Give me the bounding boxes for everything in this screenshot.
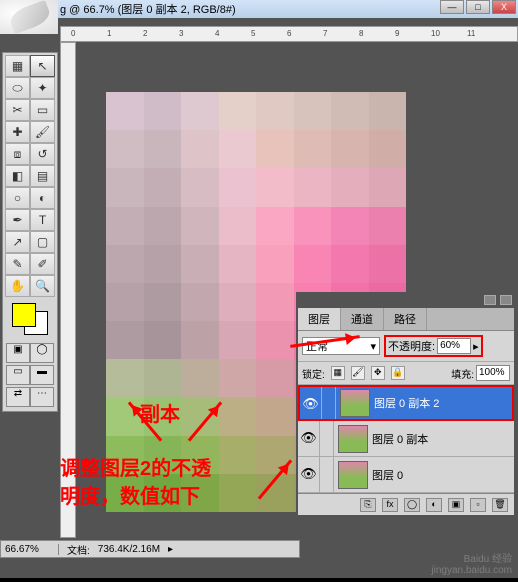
opacity-label: 不透明度: <box>388 338 435 354</box>
marquee-tool[interactable]: ↖ <box>30 55 55 77</box>
screen-mode-2-icon[interactable]: ▬ <box>30 365 54 385</box>
extra-icon[interactable]: ⋯ <box>30 387 54 407</box>
chevron-down-icon: ▾ <box>370 340 376 353</box>
close-button[interactable]: X <box>492 0 516 14</box>
notes-tool[interactable]: ✎ <box>5 253 30 275</box>
minimize-button[interactable]: — <box>440 0 464 14</box>
blur-tool[interactable]: ○ <box>5 187 30 209</box>
opacity-flyout-icon[interactable]: ▸ <box>473 340 479 353</box>
layer-name[interactable]: 图层 0 副本 <box>372 431 428 447</box>
shape-tool[interactable]: ▢ <box>30 231 55 253</box>
heal-tool[interactable]: ✚ <box>5 121 30 143</box>
adjustment-layer-icon[interactable]: ◐ <box>426 498 442 512</box>
layer-mask-icon[interactable]: ◯ <box>404 498 420 512</box>
panel-close-icon[interactable] <box>500 295 512 305</box>
layer-link-cell[interactable] <box>322 387 336 419</box>
link-layers-icon[interactable]: ⎘ <box>360 498 376 512</box>
eraser-tool[interactable]: ◧ <box>5 165 30 187</box>
doc-label: 文档: <box>67 542 90 557</box>
layer-group-icon[interactable]: ▣ <box>448 498 464 512</box>
slice-tool[interactable]: ▭ <box>30 99 55 121</box>
vertical-ruler <box>60 42 76 538</box>
move-tool[interactable]: ▦ <box>5 55 30 77</box>
brush-tool[interactable]: 🖌 <box>30 121 55 143</box>
layer-thumbnail[interactable] <box>340 389 370 417</box>
history-brush-tool[interactable]: ↺ <box>30 143 55 165</box>
tab-paths[interactable]: 路径 <box>384 308 427 330</box>
eyedropper-tool[interactable]: ✐ <box>30 253 55 275</box>
fill-input[interactable]: 100% <box>476 365 510 381</box>
path-tool[interactable]: ↗ <box>5 231 30 253</box>
visibility-eye-icon[interactable]: 👁 <box>298 457 320 492</box>
panel-minimize-icon[interactable] <box>484 295 496 305</box>
type-tool[interactable]: T <box>30 209 55 231</box>
wand-tool[interactable]: ✦ <box>30 77 55 99</box>
tab-channels[interactable]: 通道 <box>341 308 384 330</box>
lock-all-icon[interactable]: 🔒 <box>391 366 405 380</box>
opacity-input[interactable]: 60% <box>437 338 471 354</box>
foreground-color[interactable] <box>12 303 36 327</box>
layer-row[interactable]: 👁 图层 0 副本 2 <box>298 385 514 421</box>
menubar[interactable] <box>0 18 518 26</box>
app-logo-icon <box>0 0 58 34</box>
fill-label: 填充: <box>451 366 474 381</box>
visibility-eye-icon[interactable]: 👁 <box>300 387 322 419</box>
visibility-eye-icon[interactable]: 👁 <box>298 421 320 456</box>
gradient-tool[interactable]: ▤ <box>30 165 55 187</box>
toolbox: ▦↖ ⬭✦ ✂▭ ✚🖌 ⧈↺ ◧▤ ○◐ ✒T ↗▢ ✎✐ ✋🔍 ▣◯ ▭▬ ⇄… <box>2 52 58 412</box>
jump-to-icon[interactable]: ⇄ <box>6 387 30 407</box>
layer-thumbnail[interactable] <box>338 425 368 453</box>
delete-layer-icon[interactable]: 🗑 <box>492 498 508 512</box>
lock-label: 锁定: <box>302 366 325 381</box>
horizontal-ruler: 0 1 2 3 4 5 6 7 8 9 10 11 <box>60 26 518 42</box>
title: g @ 66.7% (图层 0 副本 2, RGB/8#) <box>60 1 236 17</box>
status-flyout-icon[interactable]: ▸ <box>168 544 173 555</box>
layer-link-cell[interactable] <box>320 421 334 456</box>
zoom-level[interactable]: 66.67% <box>5 544 59 555</box>
status-bar: 66.67% 文档: 736.4K/2.16M ▸ <box>0 540 300 558</box>
layer-row[interactable]: 👁 图层 0 <box>298 457 514 493</box>
lock-pixels-icon[interactable]: 🖌 <box>351 366 365 380</box>
lock-transparency-icon[interactable]: ▦ <box>331 366 345 380</box>
color-swatch[interactable] <box>12 303 48 335</box>
hand-tool[interactable]: ✋ <box>5 275 30 297</box>
blend-mode-select[interactable]: 正常▾ <box>302 337 380 355</box>
layer-thumbnail[interactable] <box>338 461 368 489</box>
layer-style-icon[interactable]: fx <box>382 498 398 512</box>
standard-mode-icon[interactable]: ▣ <box>6 343 30 363</box>
pen-tool[interactable]: ✒ <box>5 209 30 231</box>
lock-position-icon[interactable]: ✥ <box>371 366 385 380</box>
dodge-tool[interactable]: ◐ <box>30 187 55 209</box>
zoom-tool[interactable]: 🔍 <box>30 275 55 297</box>
layer-row[interactable]: 👁 图层 0 副本 <box>298 421 514 457</box>
watermark: Baidu 经验 jingyan.baidu.com <box>431 550 512 576</box>
quickmask-mode-icon[interactable]: ◯ <box>30 343 54 363</box>
layer-name[interactable]: 图层 0 副本 2 <box>374 395 439 411</box>
layer-name[interactable]: 图层 0 <box>372 467 403 483</box>
doc-size: 736.4K/2.16M <box>98 544 160 555</box>
lasso-tool[interactable]: ⬭ <box>5 77 30 99</box>
new-layer-icon[interactable]: ▫ <box>470 498 486 512</box>
crop-tool[interactable]: ✂ <box>5 99 30 121</box>
maximize-button[interactable]: □ <box>466 0 490 14</box>
layers-panel: 图层 通道 路径 正常▾ 不透明度: 60% ▸ 锁定: ▦ 🖌 ✥ 🔒 填充:… <box>296 292 516 517</box>
tab-layers[interactable]: 图层 <box>298 308 341 330</box>
screen-mode-1-icon[interactable]: ▭ <box>6 365 30 385</box>
stamp-tool[interactable]: ⧈ <box>5 143 30 165</box>
layer-link-cell[interactable] <box>320 457 334 492</box>
